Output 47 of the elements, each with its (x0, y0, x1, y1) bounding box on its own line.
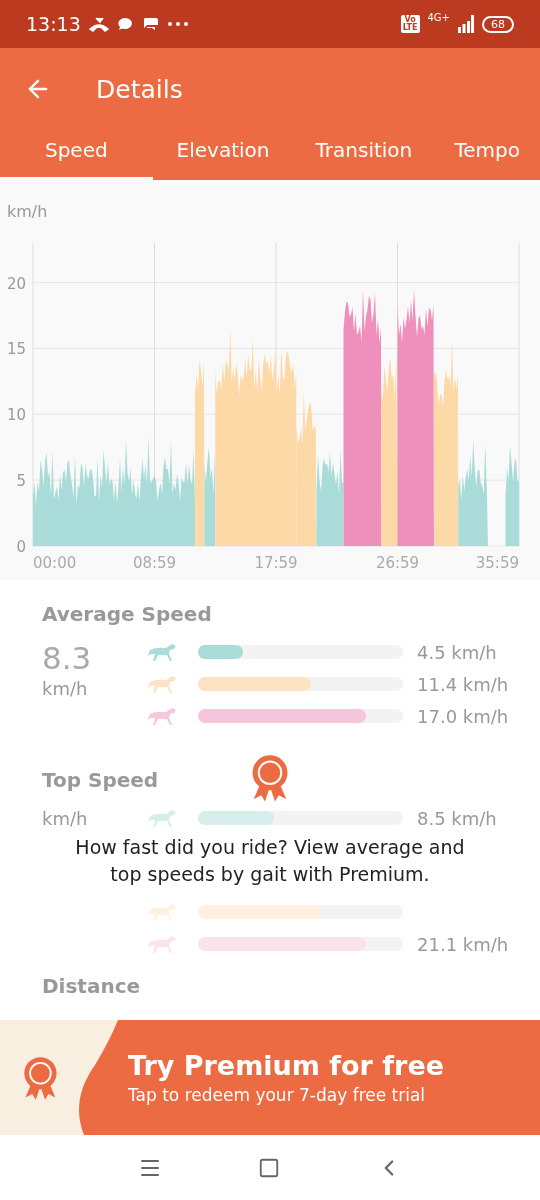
premium-message: How fast did you ride? View average and top speeds by gait with Premium. (74, 835, 466, 887)
horse-icon (146, 642, 178, 662)
tab[interactable]: Transition (293, 130, 435, 180)
horse-icon (146, 934, 178, 954)
y-tick-label: 15 (6, 340, 26, 359)
message-icon (116, 16, 133, 32)
premium-banner[interactable]: Try Premium for free Tap to redeem your 7-day free trial (0, 1020, 540, 1135)
x-tick-label: 08:59 (132, 554, 177, 572)
y-tick-label: 20 (6, 274, 26, 293)
horse-icon (146, 902, 178, 922)
banner-title: Try Premium for free (128, 1050, 445, 1081)
missed-call-icon (88, 16, 109, 32)
volte-badge: Vo LTE (400, 15, 420, 33)
horse-icon (146, 674, 178, 694)
award-ribbon-icon (22, 1056, 59, 1102)
x-tick-label: 35:59 (475, 554, 519, 572)
tab[interactable]: Tempo (434, 130, 540, 180)
speed-reading: 17.0 km/h (417, 705, 509, 727)
page-title: Details (96, 74, 183, 104)
section-title: Average Speed (42, 602, 212, 626)
x-tick-label: 17:59 (254, 554, 298, 572)
horse-icon (146, 808, 178, 828)
battery-level: 68 (482, 15, 514, 33)
x-tick-label: 00:00 (33, 554, 77, 572)
average-speed-value: 8.3 (42, 640, 93, 676)
banner-subtitle: Tap to redeem your 7-day free trial (128, 1085, 427, 1105)
award-ribbon-icon (250, 754, 290, 804)
y-tick-label: 10 (6, 406, 26, 425)
more-icon (166, 21, 189, 27)
speed-reading: 11.4 km/h (417, 673, 509, 695)
x-tick-label: 26:59 (375, 554, 420, 572)
tab[interactable]: Elevation (152, 130, 294, 180)
home-icon[interactable] (258, 1156, 280, 1179)
clock: 13:13 (26, 13, 81, 35)
axis-unit: km/h (7, 202, 48, 221)
speed-reading: 21.1 km/h (417, 933, 509, 955)
y-tick-label: 0 (16, 538, 26, 556)
speed-reading: 4.5 km/h (417, 641, 497, 663)
speed-reading: 8.5 km/h (417, 807, 497, 829)
network-type: 4G+ (427, 12, 450, 23)
unit-label: km/h (42, 808, 88, 829)
horse-icon (146, 706, 178, 726)
section-title: Top Speed (42, 768, 159, 792)
section-title: Distance (42, 974, 141, 998)
unit-label: km/h (42, 678, 88, 699)
signal-icon (458, 15, 474, 33)
y-tick-label: 5 (16, 472, 26, 491)
